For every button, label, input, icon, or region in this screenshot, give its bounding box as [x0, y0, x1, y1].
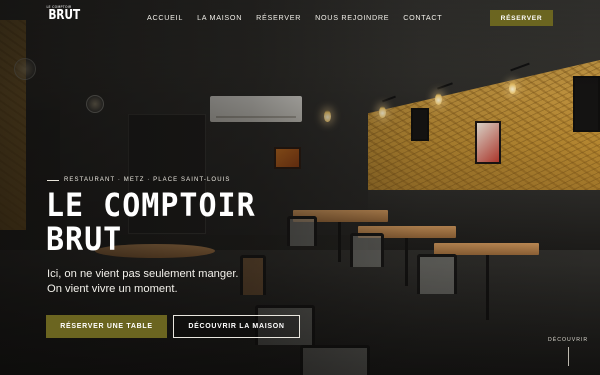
nav-link-contact[interactable]: CONTACT — [403, 13, 442, 22]
reserve-table-button[interactable]: RÉSERVER UNE TABLE — [46, 315, 167, 338]
hero-tagline: Ici, on ne vient pas seulement manger. O… — [47, 267, 307, 296]
discover-house-button[interactable]: DÉCOUVRIR LA MAISON — [173, 315, 300, 338]
eyebrow-line — [47, 179, 59, 181]
logo-big-text: BRUT — [48, 8, 80, 24]
logo[interactable]: LE COMPTOIR BRUT — [46, 5, 80, 24]
scroll-label: DÉCOUVRIR — [548, 337, 589, 343]
nav-link-la-maison[interactable]: LA MAISON — [197, 13, 242, 22]
eyebrow-text: RESTAURANT · METZ · PLACE SAINT-LOUIS — [64, 177, 231, 183]
hero-eyebrow: RESTAURANT · METZ · PLACE SAINT-LOUIS — [47, 177, 231, 183]
hero-title-line-1: LE COMPTOIR — [46, 186, 256, 225]
tagline-line-2: On vient vivre un moment. — [47, 282, 178, 295]
hero-title: LE COMPTOIR BRUT — [46, 186, 306, 259]
nav-link-reserver[interactable]: RÉSERVER — [256, 13, 301, 22]
nav-link-nous-rejoindre[interactable]: NOUS REJOINDRE — [315, 13, 389, 22]
scroll-indicator[interactable]: DÉCOUVRIR — [548, 337, 592, 371]
hero-title-line-2: BRUT — [46, 221, 123, 259]
vertical-line-icon — [568, 347, 569, 366]
main-nav: ACCUEIL LA MAISON RÉSERVER NOUS REJOINDR… — [147, 13, 442, 22]
header-reserve-button[interactable]: RÉSERVER — [490, 10, 553, 26]
tagline-line-1: Ici, on ne vient pas seulement manger. — [47, 268, 239, 280]
nav-link-accueil[interactable]: ACCUEIL — [147, 13, 183, 22]
